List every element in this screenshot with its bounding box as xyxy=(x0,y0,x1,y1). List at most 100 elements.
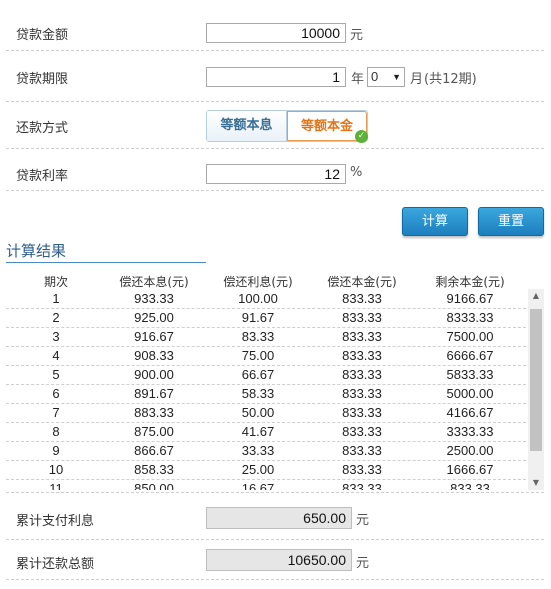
col-payment-header: 偿还本息(元) xyxy=(119,275,189,289)
term-months-value: 0 xyxy=(371,69,379,84)
term-months-select[interactable]: 0 ▼ xyxy=(367,67,405,87)
interest-total-unit: 元 xyxy=(356,513,370,528)
cell-payment: 925.00 xyxy=(134,310,174,325)
cell-period: 5 xyxy=(52,367,60,382)
cell-payment: 916.67 xyxy=(134,329,174,344)
table-row: 1 933.33 100.00 833.33 9166.67 xyxy=(6,289,526,309)
table-row: 7 883.33 50.00 833.33 4166.67 xyxy=(6,403,526,423)
method-option-equal-principal-label: 等额本金 xyxy=(300,119,353,134)
cell-principal: 833.33 xyxy=(342,348,382,363)
table-row: 8 875.00 41.67 833.33 3333.33 xyxy=(6,422,526,442)
rate-label: 贷款利率 xyxy=(16,169,69,184)
cell-payment: 866.67 xyxy=(134,443,174,458)
col-remaining-header: 剩余本金(元) xyxy=(435,275,505,289)
amount-row: 贷款金额 10000 元 xyxy=(6,0,544,51)
cell-period: 9 xyxy=(52,443,60,458)
cell-interest: 75.00 xyxy=(241,348,275,363)
cell-payment: 908.33 xyxy=(134,348,174,363)
table-header: 期次 偿还本息(元) 偿还利息(元) 偿还本金(元) 剩余本金(元) xyxy=(6,272,544,289)
cell-payment: 933.33 xyxy=(134,291,174,306)
cell-interest: 58.33 xyxy=(241,386,275,401)
cell-period: 8 xyxy=(52,424,60,439)
scrollbar-thumb[interactable] xyxy=(530,309,542,451)
cell-interest: 100.00 xyxy=(238,291,278,306)
reset-button[interactable]: 重置 xyxy=(478,207,544,236)
table-row: 9 866.67 33.33 833.33 2500.00 xyxy=(6,441,526,461)
cell-period: 7 xyxy=(52,405,60,420)
term-label: 贷款期限 xyxy=(16,72,69,87)
cell-period: 11 xyxy=(49,481,63,490)
amount-input[interactable]: 10000 xyxy=(206,23,346,43)
cell-period: 3 xyxy=(52,329,60,344)
cell-principal: 833.33 xyxy=(342,329,382,344)
cell-interest: 66.67 xyxy=(241,367,275,382)
table-body[interactable]: 1 933.33 100.00 833.33 9166.67 2 925.00 91.67 83… xyxy=(6,289,526,490)
cell-period: 2 xyxy=(52,310,60,325)
results-table: 期次 偿还本息(元) 偿还利息(元) 偿还本金(元) 剩余本金(元) 1 933.… xyxy=(6,272,544,490)
repayment-total-field: 10650.00 xyxy=(206,549,352,571)
table-row: 2 925.00 91.67 833.33 8333.33 xyxy=(6,308,526,328)
cell-payment: 875.00 xyxy=(134,424,174,439)
table-row: 10 858.33 25.00 833.33 1666.67 xyxy=(6,460,526,480)
repayment-total-row: 累计还款总额 10650.00 元 xyxy=(6,539,544,580)
cell-principal: 833.33 xyxy=(342,291,382,306)
scroll-up-icon[interactable]: ▲ xyxy=(528,289,544,303)
col-interest-header: 偿还利息(元) xyxy=(223,275,293,289)
cell-payment: 891.67 xyxy=(134,386,174,401)
amount-label: 贷款金额 xyxy=(16,28,69,43)
cell-principal: 833.33 xyxy=(342,462,382,477)
cell-period: 6 xyxy=(52,386,60,401)
cell-principal: 833.33 xyxy=(342,310,382,325)
cell-remaining: 833.33 xyxy=(450,481,490,490)
table-scrollbar[interactable]: ▲ ▼ xyxy=(528,289,544,490)
results-title-underline xyxy=(6,262,206,263)
cell-principal: 833.33 xyxy=(342,386,382,401)
cell-remaining: 7500.00 xyxy=(446,329,494,344)
cell-remaining: 4166.67 xyxy=(446,405,494,420)
cell-remaining: 8333.33 xyxy=(446,310,494,325)
method-toggle: 等额本息 等额本金 ✓ xyxy=(206,110,368,143)
method-option-equal-principal[interactable]: 等额本金 ✓ xyxy=(287,111,368,143)
col-principal-header: 偿还本金(元) xyxy=(327,275,397,289)
term-month-unit: 月 xyxy=(410,72,424,87)
cell-remaining: 6666.67 xyxy=(446,348,494,363)
cell-period: 10 xyxy=(48,462,64,477)
method-option-equal-installment[interactable]: 等额本息 xyxy=(207,111,287,141)
interest-total-field: 650.00 xyxy=(206,507,352,529)
term-total: (共12期) xyxy=(424,72,477,87)
table-row: 3 916.67 83.33 833.33 7500.00 xyxy=(6,327,526,347)
cell-payment: 850.00 xyxy=(134,481,174,490)
table-row: 6 891.67 58.33 833.33 5000.00 xyxy=(6,384,526,404)
cell-remaining: 3333.33 xyxy=(446,424,494,439)
interest-total-label: 累计支付利息 xyxy=(16,514,95,529)
cell-payment: 883.33 xyxy=(134,405,174,420)
rate-unit: % xyxy=(350,165,363,180)
repayment-total-unit: 元 xyxy=(356,556,370,571)
cell-interest: 83.33 xyxy=(241,329,275,344)
cell-principal: 833.33 xyxy=(342,443,382,458)
scroll-down-icon[interactable]: ▼ xyxy=(528,476,544,490)
cell-interest: 16.67 xyxy=(241,481,275,490)
calculate-button[interactable]: 计算 xyxy=(402,207,468,236)
cell-remaining: 5833.33 xyxy=(446,367,494,382)
term-years-input[interactable]: 1 xyxy=(206,67,346,87)
cell-payment: 858.33 xyxy=(134,462,174,477)
cell-remaining: 9166.67 xyxy=(446,291,494,306)
results-title: 计算结果 xyxy=(6,242,67,260)
cell-principal: 833.33 xyxy=(342,367,382,382)
term-year-unit: 年 xyxy=(351,72,365,87)
table-row: 4 908.33 75.00 833.33 6666.67 xyxy=(6,346,526,366)
cell-interest: 25.00 xyxy=(241,462,275,477)
table-row: 5 900.00 66.67 833.33 5833.33 xyxy=(6,365,526,385)
table-row: 11 850.00 16.67 833.33 833.33 xyxy=(6,479,526,490)
repayment-total-label: 累计还款总额 xyxy=(16,557,95,572)
rate-input[interactable]: 12 xyxy=(206,164,346,184)
cell-interest: 91.67 xyxy=(241,310,275,325)
rate-row: 贷款利率 12 % xyxy=(6,149,544,191)
cell-interest: 41.67 xyxy=(241,424,275,439)
col-period-header: 期次 xyxy=(43,275,68,289)
cell-remaining: 1666.67 xyxy=(446,462,494,477)
cell-remaining: 2500.00 xyxy=(446,443,494,458)
term-row: 贷款期限 1 年 0 ▼ 月 (共12期) xyxy=(6,51,544,102)
dropdown-arrow-icon: ▼ xyxy=(392,72,401,82)
